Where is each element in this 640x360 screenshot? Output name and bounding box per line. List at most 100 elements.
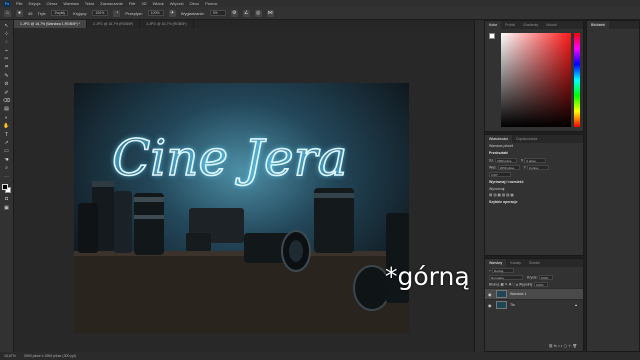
eraser-tool-icon[interactable]: ⌫	[3, 99, 11, 105]
mode-select[interactable]: Zwykły	[51, 10, 69, 16]
tab-color[interactable]: Kolor	[485, 21, 502, 29]
flow-field[interactable]: 100%	[147, 10, 164, 16]
visibility-eye-icon[interactable]: ◉	[488, 303, 493, 308]
document-image[interactable]: Cine Jera Cine Jera	[74, 83, 409, 333]
visibility-eye-icon[interactable]: ◉	[488, 292, 493, 297]
menu-edit[interactable]: Edycja	[28, 1, 40, 6]
zoom-tool-icon[interactable]: ⌕	[3, 166, 11, 172]
angle-icon[interactable]: ∠	[242, 9, 250, 17]
width-field[interactable]: 3990 pikse	[495, 158, 518, 163]
layer-name[interactable]: Tło	[510, 303, 515, 307]
screen-mode-icon[interactable]: ▣	[3, 205, 11, 211]
hand-tool-icon[interactable]: ✋	[3, 124, 11, 130]
menu-filter[interactable]: Filtr	[129, 1, 136, 6]
pressure-opacity-icon[interactable]: ◔	[113, 9, 121, 17]
menu-window[interactable]: Okno	[190, 1, 200, 6]
gear-icon[interactable]: ⚙	[230, 9, 238, 17]
x-field[interactable]: 0 pikse	[524, 158, 547, 163]
layer-row[interactable]: ◉ Warstwa 1	[485, 288, 583, 299]
brush-preset-icon[interactable]: ●	[16, 9, 23, 17]
dodge-tool-icon[interactable]: ◐	[3, 115, 11, 121]
align-section-header[interactable]: Wyrównaj i rozmieść	[485, 178, 583, 186]
brush-size-value: 45	[28, 10, 33, 16]
brush-tool-icon[interactable]: ✐	[3, 90, 11, 96]
tab-swatches[interactable]: Próbki	[501, 21, 519, 29]
smoothing-field[interactable]: 0%	[209, 10, 226, 16]
layer-opacity-field[interactable]: 100%	[538, 275, 553, 280]
zoom-level[interactable]: 16,67%	[4, 354, 16, 358]
menu-plugins[interactable]: Wtyczki	[170, 1, 184, 6]
menu-layer[interactable]: Warstwa	[63, 1, 78, 6]
height-row: Wys. 2659 pikse Y 0 pikse	[485, 164, 583, 171]
pressure-size-icon[interactable]: ◎	[254, 9, 262, 17]
layer-row[interactable]: ◉ Tło 🔒︎	[485, 299, 583, 310]
move-tool-icon[interactable]: ↖	[3, 23, 11, 29]
lock-icon: 🔒︎	[575, 303, 577, 307]
eyedropper-tool-icon[interactable]: ✎	[3, 73, 11, 79]
lock-row: Blokuj: ▦ ✎ ✥ ⛶ 🔒︎ Wypełnij: 100%	[485, 281, 583, 288]
tab-layers[interactable]: Warstwy	[485, 259, 507, 267]
path-select-tool-icon[interactable]: ↗	[3, 140, 11, 146]
tab-gradients[interactable]: Gradienty	[519, 21, 542, 29]
height-field[interactable]: 2659 pikse	[497, 165, 520, 170]
home-icon[interactable]: ⌂	[4, 9, 11, 17]
angle-field[interactable]: 0,00°	[489, 172, 511, 177]
tab-document-3[interactable]: 3.JPG @ 16,7% (RGB/8*)	[140, 20, 194, 28]
lasso-tool-icon[interactable]: ◌	[3, 40, 11, 46]
frame-tool-icon[interactable]: ⌗	[3, 65, 11, 71]
menu-3d[interactable]: 3D	[142, 1, 147, 6]
y-field[interactable]: 0 pikse	[526, 165, 549, 170]
tab-document-2[interactable]: 2.JPG @ 16,7% (RGB/8*)	[87, 20, 141, 28]
search-icon: ⌕	[489, 268, 491, 273]
menu-select[interactable]: Zaznaczanie	[100, 1, 123, 6]
layers-footer: ⛓ fx ◑ ◐ ▢ ＋ 🗑︎	[548, 344, 577, 348]
tab-channels[interactable]: Kanały	[506, 259, 525, 267]
transform-section-header[interactable]: Przekształć	[485, 149, 583, 157]
tab-libraries[interactable]: Biblioteki	[587, 21, 610, 29]
layer-thumbnail	[496, 301, 507, 309]
menu-type[interactable]: Tekst	[85, 1, 94, 6]
layer-kind-filter[interactable]: Rodzaj	[491, 268, 514, 273]
color-swatches[interactable]	[1, 184, 12, 194]
photoshop-logo-icon[interactable]: Ps	[4, 0, 10, 7]
menu-help[interactable]: Pomoc	[205, 1, 217, 6]
more-tools-icon[interactable]: ⋯	[3, 174, 11, 180]
menu-view[interactable]: Widok	[153, 1, 164, 6]
tab-adjustments[interactable]: Dopasowania	[512, 135, 541, 143]
y-label: Y	[523, 165, 526, 170]
quick-select-tool-icon[interactable]: ⌁	[3, 48, 11, 54]
color-field[interactable]	[501, 33, 571, 127]
lock-icons[interactable]: ▦ ✎ ✥ ⛶ 🔒︎	[501, 282, 518, 286]
canvas-area[interactable]: Cine Jera Cine Jera *górną	[14, 28, 474, 352]
fg-color-chip[interactable]	[489, 33, 495, 39]
marquee-tool-icon[interactable]: ⊹	[3, 31, 11, 37]
tab-paths[interactable]: Ścieżki	[525, 259, 544, 267]
quick-mask-icon[interactable]: ◘	[3, 197, 11, 203]
fill-label: Wypełnij:	[518, 282, 534, 287]
tab-document-1[interactable]: 1.JPG @ 16,7% (Warstwa 1,RGB/8*) *	[14, 20, 88, 28]
gradient-tool-icon[interactable]: ▤	[3, 107, 11, 113]
menu-image[interactable]: Obraz	[46, 1, 57, 6]
hand-pan-tool-icon[interactable]: ☚	[3, 157, 11, 163]
foreground-color-swatch[interactable]	[1, 184, 8, 191]
height-label: Wys.	[489, 165, 497, 170]
opacity-field[interactable]: 100%	[92, 10, 109, 16]
menu-file[interactable]: Plik	[16, 1, 22, 6]
blend-mode-select[interactable]: Normalne	[489, 275, 523, 280]
tab-properties[interactable]: Właściwości	[485, 135, 513, 143]
libraries-panel: Biblioteki	[586, 20, 640, 352]
hue-slider[interactable]	[574, 33, 580, 127]
quick-actions-header[interactable]: Szybkie operacje	[485, 198, 583, 206]
crop-tool-icon[interactable]: ✂	[3, 57, 11, 63]
layer-name[interactable]: Warstwa 1	[510, 292, 526, 296]
symmetry-icon[interactable]: ⋈	[266, 9, 274, 17]
tab-patterns[interactable]: Wzorki	[542, 21, 561, 29]
airbrush-icon[interactable]: ✈	[168, 9, 176, 17]
rectangle-tool-icon[interactable]: ▭	[3, 149, 11, 155]
neon-sign-text: Cine Jera	[112, 129, 347, 187]
menu-bar: Ps Plik Edycja Obraz Warstwa Tekst Zazna…	[0, 0, 640, 7]
fill-field[interactable]: 100%	[534, 282, 549, 287]
healing-tool-icon[interactable]: ⊘	[3, 82, 11, 88]
type-tool-icon[interactable]: T	[3, 132, 11, 138]
options-bar: ⌂ ● 45 Tryb: Zwykły Kryjący: 100% ◔ Prze…	[0, 7, 640, 20]
